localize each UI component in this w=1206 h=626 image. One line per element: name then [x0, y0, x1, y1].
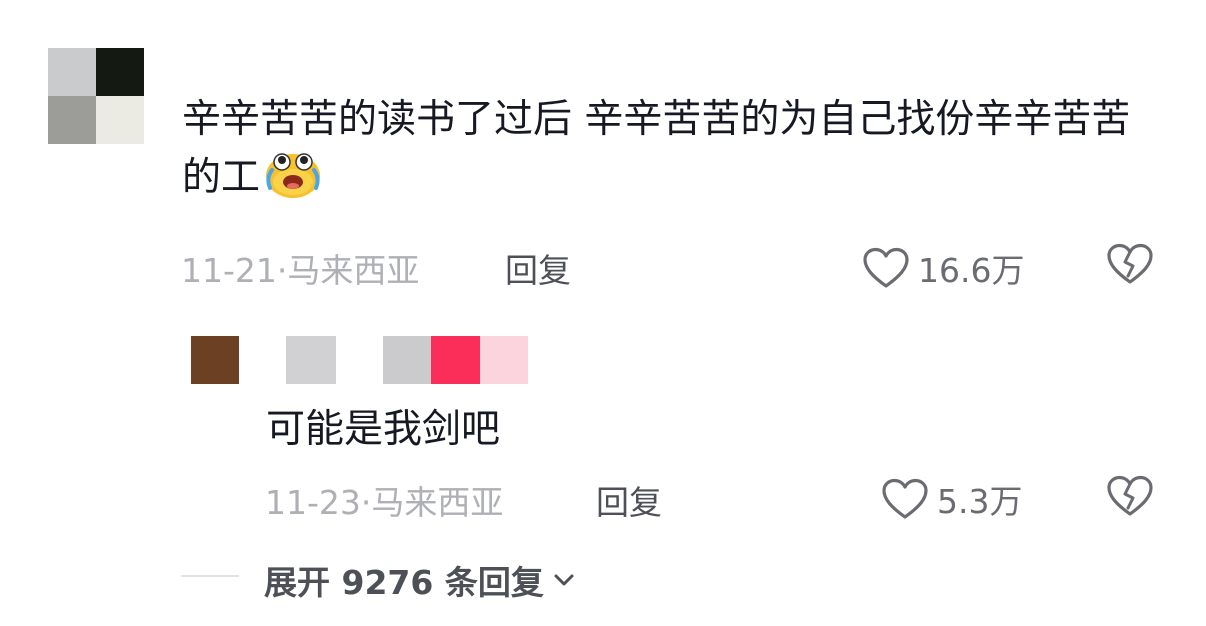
- mosaic-block: [480, 336, 528, 384]
- reply-meta: 11-23·马来西亚: [265, 476, 503, 524]
- heart-icon: [882, 478, 928, 519]
- comment-like-count: 16.6万: [918, 251, 1025, 290]
- avatar-tile: [48, 96, 96, 144]
- comment-meta: 11-21·马来西亚: [181, 244, 419, 292]
- expand-replies-label: 展开 9276 条回复: [264, 563, 544, 602]
- comment-text: 辛辛苦苦的读书了过后 辛辛苦苦的为自己找份辛辛苦苦的工: [182, 92, 1142, 216]
- avatar-tile: [48, 48, 96, 96]
- comment-date: 11-21·: [181, 251, 288, 290]
- comment-reply-button[interactable]: 回复: [505, 244, 571, 292]
- reply-date: 11-23·: [265, 483, 372, 522]
- reply-location: 马来西亚: [371, 483, 504, 522]
- comment-location: 马来西亚: [287, 251, 420, 290]
- avatar-tile: [96, 96, 144, 144]
- heart-icon: [863, 247, 909, 288]
- reply-like-button[interactable]: 5.3万: [881, 475, 1022, 523]
- mosaic-block: [286, 336, 336, 384]
- reply-reply-button[interactable]: 回复: [596, 476, 662, 524]
- reply-text: 可能是我剑吧: [266, 407, 501, 452]
- mosaic-block: [431, 336, 480, 384]
- chevron-down-icon: [554, 574, 574, 586]
- expand-replies-button[interactable]: 展开 9276 条回复: [264, 556, 576, 604]
- reply-avatar[interactable]: [191, 336, 239, 384]
- crying-laughing-emoji-icon: [264, 148, 322, 216]
- comment-avatar[interactable]: [48, 48, 144, 144]
- comment-like-button[interactable]: 16.6万: [862, 244, 1024, 292]
- comment-dislike-button[interactable]: [1106, 243, 1154, 289]
- expand-divider: [181, 575, 239, 577]
- avatar-tile: [96, 48, 144, 96]
- broken-heart-icon: [1107, 243, 1153, 284]
- mosaic-block: [383, 336, 431, 384]
- reply-like-count: 5.3万: [937, 482, 1023, 521]
- reply-dislike-button[interactable]: [1106, 475, 1154, 521]
- broken-heart-icon: [1107, 475, 1153, 516]
- comment-body: 辛辛苦苦的读书了过后 辛辛苦苦的为自己找份辛辛苦苦的工: [182, 97, 1131, 200]
